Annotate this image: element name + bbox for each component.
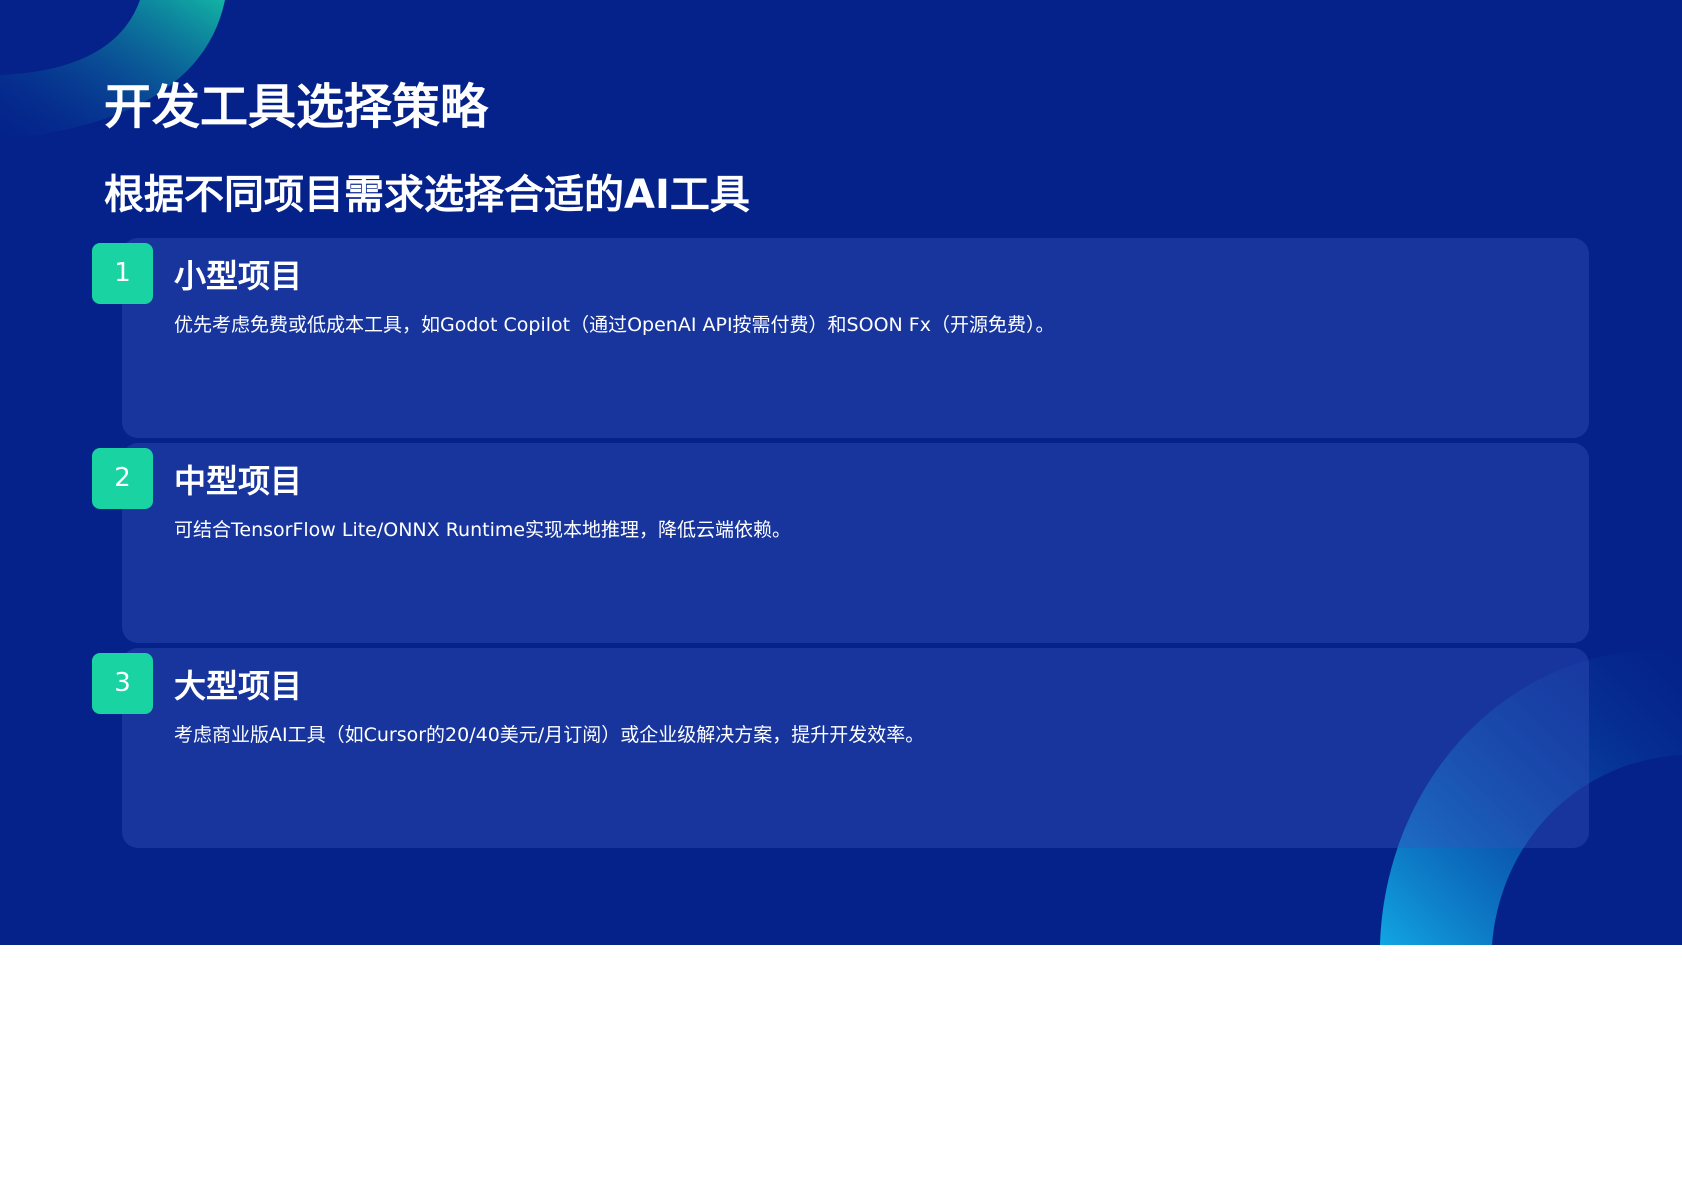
- card-title: 大型项目: [174, 667, 303, 705]
- card-title: 小型项目: [174, 257, 303, 295]
- page-subtitle: 根据不同项目需求选择合适的AI工具: [104, 172, 750, 218]
- step-badge: 1: [92, 243, 153, 304]
- slide: 开发工具选择策略 根据不同项目需求选择合适的AI工具 1 小型项目 优先考虑免费…: [0, 0, 1682, 945]
- card-description: 优先考虑免费或低成本工具，如Godot Copilot（通过OpenAI API…: [174, 314, 1055, 336]
- card-title: 中型项目: [174, 462, 303, 500]
- card-description: 考虑商业版AI工具（如Cursor的20/40美元/月订阅）或企业级解决方案，提…: [174, 724, 925, 746]
- step-badge: 2: [92, 448, 153, 509]
- card-description: 可结合TensorFlow Lite/ONNX Runtime实现本地推理，降低…: [174, 519, 792, 541]
- page-title: 开发工具选择策略: [104, 79, 489, 135]
- step-badge: 3: [92, 653, 153, 714]
